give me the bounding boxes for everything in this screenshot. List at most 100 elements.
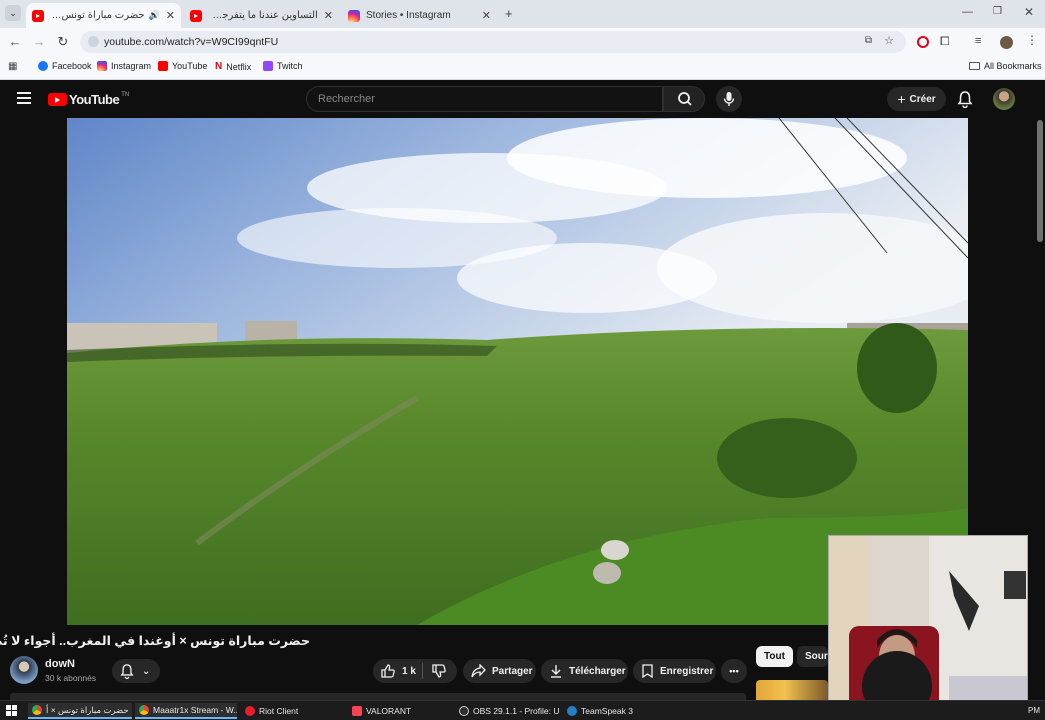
- youtube-icon: [190, 9, 202, 22]
- search-input[interactable]: Rechercher: [306, 86, 663, 112]
- taskbar-label: OBS 29.1.1 - Profile: U...: [473, 706, 559, 716]
- taskbar-label: Riot Client: [259, 706, 299, 716]
- close-tab-icon[interactable]: ✕: [324, 9, 333, 22]
- instagram-icon: [348, 9, 360, 22]
- webcam-feed-image: [829, 536, 1027, 719]
- site-info-icon[interactable]: [88, 36, 99, 47]
- profile-avatar[interactable]: [1000, 36, 1013, 49]
- browser-menu-icon[interactable]: ⋮: [1026, 33, 1038, 47]
- channel-name[interactable]: dowN: [45, 658, 75, 670]
- youtube-icon: [32, 9, 44, 22]
- like-button[interactable]: 1 k: [373, 663, 423, 679]
- riot-client-icon: [245, 706, 255, 716]
- youtube-header: YouTube TN Rechercher + Créer: [0, 80, 1045, 118]
- channel-avatar[interactable]: [10, 656, 38, 684]
- close-window-icon[interactable]: ✕: [1024, 5, 1034, 19]
- browser-tab[interactable]: Stories • Instagram ✕: [342, 3, 497, 28]
- dislike-button[interactable]: [423, 663, 447, 679]
- tab-search-button[interactable]: ⌄: [5, 5, 21, 21]
- taskbar-item-chrome-youtube[interactable]: حضرت مباراة تونس × أ: [28, 703, 132, 719]
- chip-all[interactable]: Tout: [756, 646, 793, 667]
- address-bar[interactable]: youtube.com/watch?v=W9CI99qntFU ⧉ ☆: [80, 31, 906, 53]
- bookmark-label: YouTube: [172, 61, 208, 71]
- thumbs-up-icon: [381, 664, 395, 678]
- windows-start-icon[interactable]: [6, 705, 17, 716]
- save-button[interactable]: Enregistrer: [633, 659, 716, 683]
- country-code: TN: [121, 92, 130, 98]
- search-button[interactable]: [663, 86, 705, 112]
- chip-source[interactable]: Sourc: [797, 646, 828, 667]
- folder-icon: [969, 62, 980, 70]
- share-icon: [471, 664, 486, 678]
- bookmark-label: Netflix: [226, 61, 252, 72]
- taskbar-item-obs[interactable]: OBS 29.1.1 - Profile: U...: [455, 703, 559, 719]
- bookmark-star-icon[interactable]: ☆: [884, 34, 894, 47]
- taskbar-label: VALORANT: [366, 706, 412, 716]
- youtube-icon: [158, 61, 168, 71]
- notifications-bell-icon[interactable]: [957, 90, 973, 113]
- taskbar-item-chrome-stream[interactable]: Maaatr1x Stream - W...: [135, 703, 237, 719]
- chevron-down-icon: ⌄: [142, 665, 151, 677]
- webcam-overlay: [828, 535, 1028, 720]
- download-icon: [551, 665, 561, 678]
- download-button[interactable]: Télécharger: [541, 659, 628, 683]
- close-tab-icon[interactable]: ✕: [482, 9, 491, 22]
- bookmark-netflix[interactable]: N Netflix: [215, 61, 251, 72]
- minimize-icon[interactable]: —: [962, 6, 973, 18]
- scrollbar-thumb[interactable]: [1037, 120, 1043, 242]
- reload-icon[interactable]: ↻: [54, 33, 72, 51]
- save-label: Enregistrer: [660, 665, 714, 677]
- more-actions-button[interactable]: •••: [721, 659, 747, 683]
- cast-icon[interactable]: ⧉: [865, 35, 872, 46]
- search-icon: [678, 92, 692, 106]
- new-tab-button[interactable]: +: [505, 6, 513, 21]
- thumbs-down-icon: [432, 664, 446, 678]
- url-text: youtube.com/watch?v=W9CI99qntFU: [104, 36, 279, 48]
- browser-toolbar: ← → ↻ youtube.com/watch?v=W9CI99qntFU ⧉ …: [0, 28, 1045, 56]
- bookmark-youtube[interactable]: YouTube: [158, 61, 207, 71]
- bookmark-twitch[interactable]: Twitch: [263, 61, 303, 71]
- bell-icon: [120, 664, 134, 679]
- tab-title: حضرت مباراة تونس × أوغندا: [50, 10, 145, 21]
- opera-icon[interactable]: [917, 36, 929, 48]
- taskbar-label: Maaatr1x Stream - W...: [153, 705, 237, 715]
- taskbar-item-teamspeak[interactable]: TeamSpeak 3: [563, 703, 667, 719]
- recommended-thumbnail[interactable]: [756, 680, 828, 700]
- taskbar-clock[interactable]: PM: [1028, 706, 1040, 715]
- tab-title: Stories • Instagram: [366, 10, 451, 21]
- browser-tab-active[interactable]: حضرت مباراة تونس × أوغندا 🔊 ✕: [26, 3, 181, 28]
- media-controls-icon[interactable]: ≡: [975, 35, 981, 47]
- speaker-icon[interactable]: 🔊: [149, 10, 160, 21]
- extensions-icon[interactable]: ⧠: [940, 34, 950, 49]
- chrome-icon: [32, 705, 42, 715]
- all-bookmarks-label: All Bookmarks: [984, 61, 1042, 71]
- taskbar-item-riot-client[interactable]: Riot Client: [241, 703, 341, 719]
- netflix-icon: N: [215, 61, 223, 72]
- maximize-icon[interactable]: ❐: [993, 6, 1002, 17]
- youtube-wordmark: YouTube: [69, 92, 120, 107]
- more-icon: •••: [729, 666, 739, 676]
- share-label: Partager: [492, 665, 533, 677]
- valorant-icon: [352, 706, 362, 716]
- subscribe-notifications-button[interactable]: ⌄: [112, 659, 160, 683]
- create-button[interactable]: + Créer: [887, 87, 946, 111]
- account-avatar[interactable]: [993, 88, 1015, 110]
- bookmark-label: Twitch: [277, 61, 303, 71]
- taskbar-item-valorant[interactable]: VALORANT: [348, 703, 452, 719]
- hamburger-menu-icon[interactable]: [17, 92, 31, 104]
- taskbar-label: حضرت مباراة تونس × أ: [46, 704, 129, 715]
- youtube-logo[interactable]: YouTube TN: [48, 92, 129, 107]
- browser-tab[interactable]: التساوين عندنا ما يتفرجش غير ك ✕: [184, 3, 339, 28]
- all-bookmarks-button[interactable]: All Bookmarks: [969, 61, 1042, 71]
- bookmark-label: Facebook: [52, 61, 92, 71]
- bookmark-instagram[interactable]: Instagram: [97, 61, 151, 71]
- instagram-icon: [97, 61, 107, 71]
- close-tab-icon[interactable]: ✕: [166, 9, 175, 22]
- voice-search-button[interactable]: [716, 86, 742, 112]
- apps-grid-icon[interactable]: ▦: [8, 61, 17, 72]
- bookmark-facebook[interactable]: Facebook: [38, 61, 92, 71]
- share-button[interactable]: Partager: [463, 659, 536, 683]
- tab-title: التساوين عندنا ما يتفرجش غير ك: [208, 10, 318, 21]
- forward-icon[interactable]: →: [30, 33, 48, 51]
- back-icon[interactable]: ←: [6, 33, 24, 51]
